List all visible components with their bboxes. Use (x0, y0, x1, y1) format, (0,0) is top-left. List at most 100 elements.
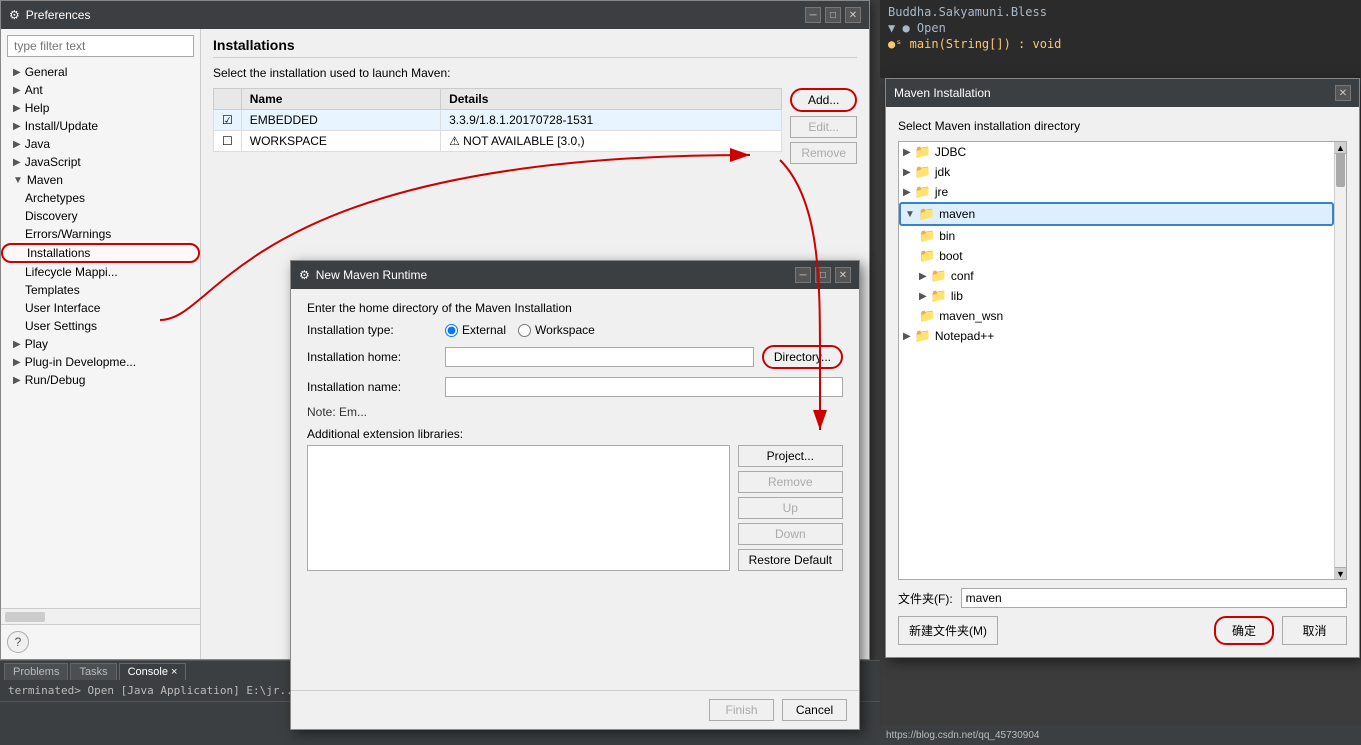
file-tree-item-maven[interactable]: ▼ 📁 maven (899, 202, 1334, 226)
sidebar-item-plugin[interactable]: ▶ Plug-in Developme... (1, 353, 200, 371)
tree-container: ▶ General ▶ Ant ▶ Help ▶ Install/Update … (1, 63, 200, 608)
scrollbar-thumb-h[interactable] (5, 612, 45, 622)
sidebar-item-lifecycle[interactable]: Lifecycle Mappi... (1, 263, 200, 281)
help-button[interactable]: ? (7, 631, 29, 653)
sidebar-item-help[interactable]: ▶ Help (1, 99, 200, 117)
maven-install-title-label: Maven Installation (894, 86, 991, 100)
file-tree-item-jdk[interactable]: ▶ 📁 jdk (899, 162, 1334, 182)
folder-icon: 📁 (919, 228, 935, 244)
sidebar-item-discovery[interactable]: Discovery (1, 207, 200, 225)
tab-console[interactable]: Console × (119, 663, 187, 680)
sidebar-scrollbar-h[interactable] (1, 608, 200, 624)
new-folder-button[interactable]: 新建文件夹(M) (898, 616, 998, 645)
radio-external-label[interactable]: External (445, 323, 506, 337)
maven-cancel-button[interactable]: 取消 (1282, 616, 1347, 645)
scroll-down-btn[interactable]: ▼ (1335, 567, 1346, 579)
add-button[interactable]: Add... (790, 88, 857, 112)
file-tree-item-lib[interactable]: ▶ 📁 lib (899, 286, 1334, 306)
remove-button[interactable]: Remove (790, 142, 857, 164)
radio-workspace-text: Workspace (535, 323, 595, 337)
expand-arrow: ▶ (13, 139, 21, 150)
dialog-close-button[interactable]: ✕ (835, 267, 851, 283)
tab-tasks[interactable]: Tasks (70, 663, 116, 680)
sidebar-item-templates[interactable]: Templates (1, 281, 200, 299)
sidebar-item-rundebug[interactable]: ▶ Run/Debug (1, 371, 200, 389)
installation-name-input[interactable] (445, 377, 843, 397)
sidebar-item-archetypes[interactable]: Archetypes (1, 189, 200, 207)
table-wrapper: Name Details ☑ EMBEDDED 3.3.9/1.8.1.2017… (213, 88, 782, 164)
maven-install-dialog: Maven Installation ✕ Select Maven instal… (885, 78, 1360, 658)
down-button[interactable]: Down (738, 523, 843, 545)
dialog-body: Enter the home directory of the Maven In… (291, 289, 859, 690)
sidebar-item-install[interactable]: ▶ Install/Update (1, 117, 200, 135)
maven-close-button[interactable]: ✕ (1335, 85, 1351, 101)
sidebar-item-installations[interactable]: Installations (1, 243, 200, 263)
file-tree-label: boot (939, 249, 962, 263)
table-row[interactable]: ☐ WORKSPACE ⚠ NOT AVAILABLE [3.0,) (214, 131, 782, 152)
sidebar-label: Maven (27, 173, 63, 187)
radio-workspace[interactable] (518, 324, 531, 337)
expand-arrow: ▶ (13, 85, 21, 96)
maven-install-subtitle: Select Maven installation directory (898, 119, 1347, 133)
col-name: Name (241, 89, 440, 110)
minimize-button[interactable]: ─ (805, 7, 821, 23)
file-tree-item-boot[interactable]: 📁 boot (899, 246, 1334, 266)
scroll-up-btn[interactable]: ▲ (1335, 142, 1346, 154)
dialog-maximize-button[interactable]: □ (815, 267, 831, 283)
section-title: Installations (213, 37, 857, 58)
sidebar-item-errors[interactable]: Errors/Warnings (1, 225, 200, 243)
installation-home-input[interactable] (445, 347, 754, 367)
sidebar-item-user-settings[interactable]: User Settings (1, 317, 200, 335)
file-tree-item-notepad[interactable]: ▶ 📁 Notepad++ (899, 326, 1334, 346)
sidebar-label: Java (25, 137, 50, 151)
sidebar-item-ant[interactable]: ▶ Ant (1, 81, 200, 99)
sidebar-label: Archetypes (25, 191, 85, 205)
libs-remove-button[interactable]: Remove (738, 471, 843, 493)
directory-button[interactable]: Directory... (762, 345, 843, 369)
row-details: ⚠ NOT AVAILABLE [3.0,) (441, 131, 782, 152)
filter-input[interactable] (7, 35, 194, 57)
sidebar-item-general[interactable]: ▶ General (1, 63, 200, 81)
confirm-cancel-group: 确定 取消 (1214, 616, 1347, 645)
sidebar-item-user-interface[interactable]: User Interface (1, 299, 200, 317)
file-tree-item-jdbc[interactable]: ▶ 📁 JDBC (899, 142, 1334, 162)
file-tree-item-maven-wsn[interactable]: 📁 maven_wsn (899, 306, 1334, 326)
confirm-button[interactable]: 确定 (1214, 616, 1274, 645)
folder-input[interactable] (961, 588, 1347, 608)
up-button[interactable]: Up (738, 497, 843, 519)
project-button[interactable]: Project... (738, 445, 843, 467)
row-checkbox[interactable]: ☐ (214, 131, 242, 152)
sidebar-item-java[interactable]: ▶ Java (1, 135, 200, 153)
dialog-minimize-button[interactable]: ─ (795, 267, 811, 283)
sidebar-item-javascript[interactable]: ▶ JavaScript (1, 153, 200, 171)
table-area: Name Details ☑ EMBEDDED 3.3.9/1.8.1.2017… (213, 88, 857, 164)
ext-libs-container: Project... Remove Up Down Restore Defaul… (307, 445, 843, 571)
finish-button[interactable]: Finish (709, 699, 774, 721)
file-tree-item-bin[interactable]: 📁 bin (899, 226, 1334, 246)
cancel-button[interactable]: Cancel (782, 699, 847, 721)
close-button[interactable]: ✕ (845, 7, 861, 23)
file-tree-scrollbar[interactable]: ▲ ▼ (1334, 142, 1346, 579)
file-tree-label: lib (951, 289, 963, 303)
sidebar-label: General (25, 65, 68, 79)
expand-arrow: ▶ (13, 375, 21, 386)
installations-table: Name Details ☑ EMBEDDED 3.3.9/1.8.1.2017… (213, 88, 782, 152)
new-maven-dialog: ⚙ New Maven Runtime ─ □ ✕ Enter the home… (290, 260, 860, 730)
radio-external[interactable] (445, 324, 458, 337)
sidebar-label: User Interface (25, 301, 100, 315)
maximize-button[interactable]: □ (825, 7, 841, 23)
ext-libs-area (307, 445, 730, 571)
expand-arrow: ▶ (13, 339, 21, 350)
edit-button[interactable]: Edit... (790, 116, 857, 138)
sidebar-item-maven[interactable]: ▼ Maven (1, 171, 200, 189)
file-tree-item-conf[interactable]: ▶ 📁 conf (899, 266, 1334, 286)
tab-problems[interactable]: Problems (4, 663, 68, 680)
radio-workspace-label[interactable]: Workspace (518, 323, 595, 337)
sidebar-item-play[interactable]: ▶ Play (1, 335, 200, 353)
row-checkbox[interactable]: ☑ (214, 110, 242, 131)
file-tree-item-jre[interactable]: ▶ 📁 jre (899, 182, 1334, 202)
sidebar-bottom: ? (1, 624, 200, 659)
table-row[interactable]: ☑ EMBEDDED 3.3.9/1.8.1.20170728-1531 (214, 110, 782, 131)
col-details: Details (441, 89, 782, 110)
restore-default-button[interactable]: Restore Default (738, 549, 843, 571)
